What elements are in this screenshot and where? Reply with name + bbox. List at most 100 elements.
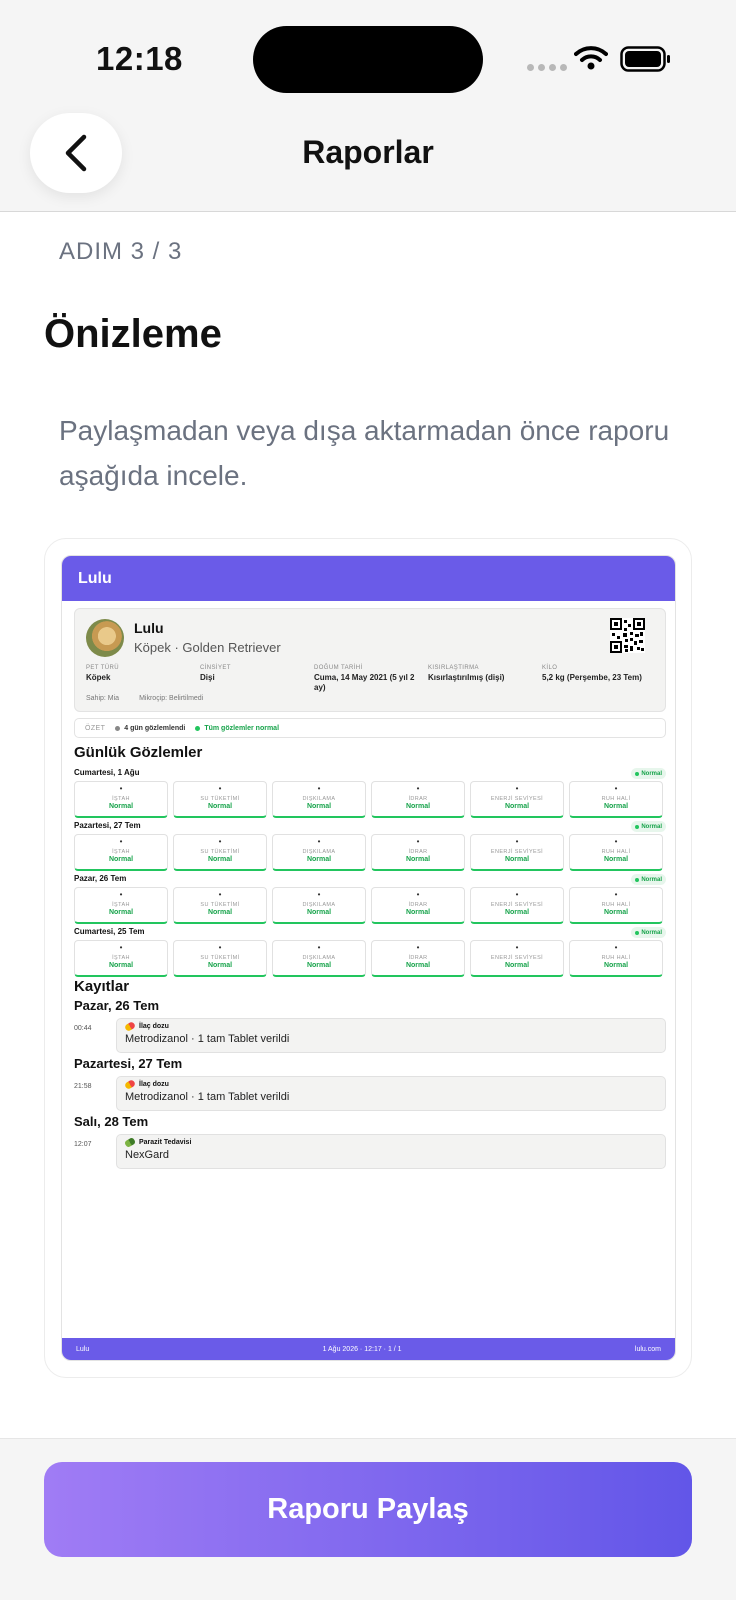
field-label: KİLO bbox=[542, 665, 558, 671]
pet-field: PET TÜRÜ Köpek bbox=[86, 665, 200, 693]
step-indicator: ADIM 3 / 3 bbox=[59, 238, 183, 265]
top-bar: 12:18 Raporlar bbox=[0, 0, 736, 212]
footer-right: lulu.com bbox=[634, 1345, 661, 1353]
field-label: KISIRLAŞTIRMA bbox=[428, 665, 479, 671]
card-dot: • bbox=[515, 837, 519, 846]
card-value: Normal bbox=[504, 962, 530, 969]
card-value: Normal bbox=[504, 803, 530, 810]
card-dot: • bbox=[515, 943, 519, 952]
card-value: Normal bbox=[108, 909, 134, 916]
card-value: Normal bbox=[306, 909, 332, 916]
observation-card: • SU TÜKETİMİ Normal bbox=[173, 834, 267, 871]
observation-card: • ENERJİ SEVİYESİ Normal bbox=[470, 887, 564, 924]
observation-card: • DIŞKILAMA Normal bbox=[272, 834, 366, 871]
card-dot: • bbox=[416, 943, 420, 952]
green-dot-icon bbox=[635, 824, 640, 829]
record-description: Metrodizanol · 1 tam Tablet verildi bbox=[125, 1091, 290, 1103]
report-footer: Lulu 1 Ağu 2026 · 12:17 · 1 / 1 lulu.com bbox=[62, 1338, 675, 1360]
record-type: İlaç dozu bbox=[123, 1078, 657, 1091]
observation-card: • İŞTAH Normal bbox=[74, 940, 168, 977]
bottom-bar: Raporu Paylaş bbox=[0, 1438, 736, 1600]
card-value: Normal bbox=[306, 803, 332, 810]
observation-card: • SU TÜKETİMİ Normal bbox=[173, 940, 267, 977]
card-label: SU TÜKETİMİ bbox=[200, 849, 240, 855]
daily-observations-title: Günlük Gözlemler bbox=[74, 744, 203, 761]
card-value: Normal bbox=[504, 909, 530, 916]
qr-code-icon bbox=[610, 618, 645, 653]
record-type-text: Parazit Tedavisi bbox=[139, 1139, 192, 1146]
observation-cards: • İŞTAH Normal • SU TÜKETİMİ Normal • DIŞKILAMA… bbox=[74, 940, 666, 977]
pet-field: CİNSİYET Dişi bbox=[200, 665, 314, 693]
record-entry: 21:58 İlaç dozu Metrodizanol · 1 tam Table… bbox=[74, 1076, 666, 1111]
card-dot: • bbox=[119, 784, 123, 793]
card-value: Normal bbox=[405, 803, 431, 810]
card-value: Normal bbox=[405, 909, 431, 916]
card-value: Normal bbox=[207, 962, 233, 969]
card-label: DIŞKILAMA bbox=[302, 902, 336, 908]
day-observation: Pazar, 26 Tem Normal • İŞTAH Normal • SU TÜKET… bbox=[74, 874, 666, 924]
card-label: İDRAR bbox=[408, 849, 428, 855]
card-label: SU TÜKETİMİ bbox=[200, 902, 240, 908]
card-dot: • bbox=[614, 890, 618, 899]
card-label: DIŞKILAMA bbox=[302, 796, 336, 802]
observation-card: • İDRAR Normal bbox=[371, 940, 465, 977]
parasite-icon bbox=[123, 1136, 137, 1149]
card-dot: • bbox=[614, 837, 618, 846]
badge-text: Normal bbox=[641, 876, 662, 883]
record-type: Parazit Tedavisi bbox=[123, 1136, 657, 1149]
card-value: Normal bbox=[504, 856, 530, 863]
card-dot: • bbox=[416, 837, 420, 846]
record-time: 12:07 bbox=[74, 1141, 92, 1148]
observation-card: • İDRAR Normal bbox=[371, 781, 465, 818]
card-dot: • bbox=[614, 943, 618, 952]
record-day-title: Pazar, 26 Tem bbox=[74, 998, 160, 1013]
card-dot: • bbox=[416, 784, 420, 793]
pet-breed: Köpek · Golden Retriever bbox=[134, 640, 281, 655]
card-value: Normal bbox=[207, 909, 233, 916]
green-dot-icon bbox=[635, 877, 640, 882]
record-description: NexGard bbox=[125, 1149, 170, 1161]
observation-card: • RUH HALİ Normal bbox=[569, 940, 663, 977]
pet-avatar bbox=[86, 619, 124, 657]
observation-card: • ENERJİ SEVİYESİ Normal bbox=[470, 834, 564, 871]
card-label: DIŞKILAMA bbox=[302, 955, 336, 961]
field-label: CİNSİYET bbox=[200, 665, 231, 671]
pet-owner: Sahip: Mia bbox=[86, 695, 120, 702]
report-preview[interactable]: Lulu Lulu Köpek · Golden Retriever PET T… bbox=[44, 538, 692, 1378]
summary-observed: 4 gün gözlemlendi bbox=[115, 725, 185, 732]
card-dot: • bbox=[218, 943, 222, 952]
summary-status-text: Tüm gözlemler normal bbox=[204, 724, 280, 732]
observation-cards: • İŞTAH Normal • SU TÜKETİMİ Normal • DIŞKILAMA… bbox=[74, 834, 666, 871]
card-label: ENERJİ SEVİYESİ bbox=[490, 796, 544, 802]
status-badge: Normal bbox=[631, 927, 666, 938]
record-box: Parazit Tedavisi NexGard bbox=[116, 1134, 666, 1169]
status-badge: Normal bbox=[631, 874, 666, 885]
field-value: Kısırlaştırılmış (dişi) bbox=[428, 673, 505, 682]
field-label: PET TÜRÜ bbox=[86, 665, 119, 671]
card-value: Normal bbox=[207, 856, 233, 863]
status-time: 12:18 bbox=[96, 40, 183, 77]
summary-bar: ÖZET 4 gün gözlemlendi Tüm gözlemler nor… bbox=[74, 718, 666, 738]
card-value: Normal bbox=[207, 803, 233, 810]
card-label: İŞTAH bbox=[112, 796, 130, 802]
record-entry: 00:44 İlaç dozu Metrodizanol · 1 tam Table… bbox=[74, 1018, 666, 1053]
observation-cards: • İŞTAH Normal • SU TÜKETİMİ Normal • DIŞKILAMA… bbox=[74, 781, 666, 818]
record-entry: 12:07 Parazit Tedavisi NexGard bbox=[74, 1134, 666, 1169]
card-value: Normal bbox=[405, 856, 431, 863]
pet-field: DOĞUM TARİHİ Cuma, 14 May 2021 (5 yıl 2 a… bbox=[314, 665, 428, 693]
card-dot: • bbox=[218, 784, 222, 793]
report-header: Lulu bbox=[62, 556, 675, 601]
observation-card: • SU TÜKETİMİ Normal bbox=[173, 887, 267, 924]
record-box: İlaç dozu Metrodizanol · 1 tam Tablet ver… bbox=[116, 1076, 666, 1111]
dot-icon bbox=[115, 725, 121, 731]
pet-field: KISIRLAŞTIRMA Kısırlaştırılmış (dişi) bbox=[428, 665, 542, 693]
card-label: İDRAR bbox=[408, 955, 428, 961]
card-label: RUH HALİ bbox=[601, 849, 631, 855]
badge-text: Normal bbox=[641, 929, 662, 936]
share-report-button[interactable]: Raporu Paylaş bbox=[44, 1462, 692, 1557]
card-label: İŞTAH bbox=[112, 849, 130, 855]
card-value: Normal bbox=[108, 803, 134, 810]
card-dot: • bbox=[515, 890, 519, 899]
field-label: DOĞUM TARİHİ bbox=[314, 665, 363, 671]
observation-card: • ENERJİ SEVİYESİ Normal bbox=[470, 940, 564, 977]
